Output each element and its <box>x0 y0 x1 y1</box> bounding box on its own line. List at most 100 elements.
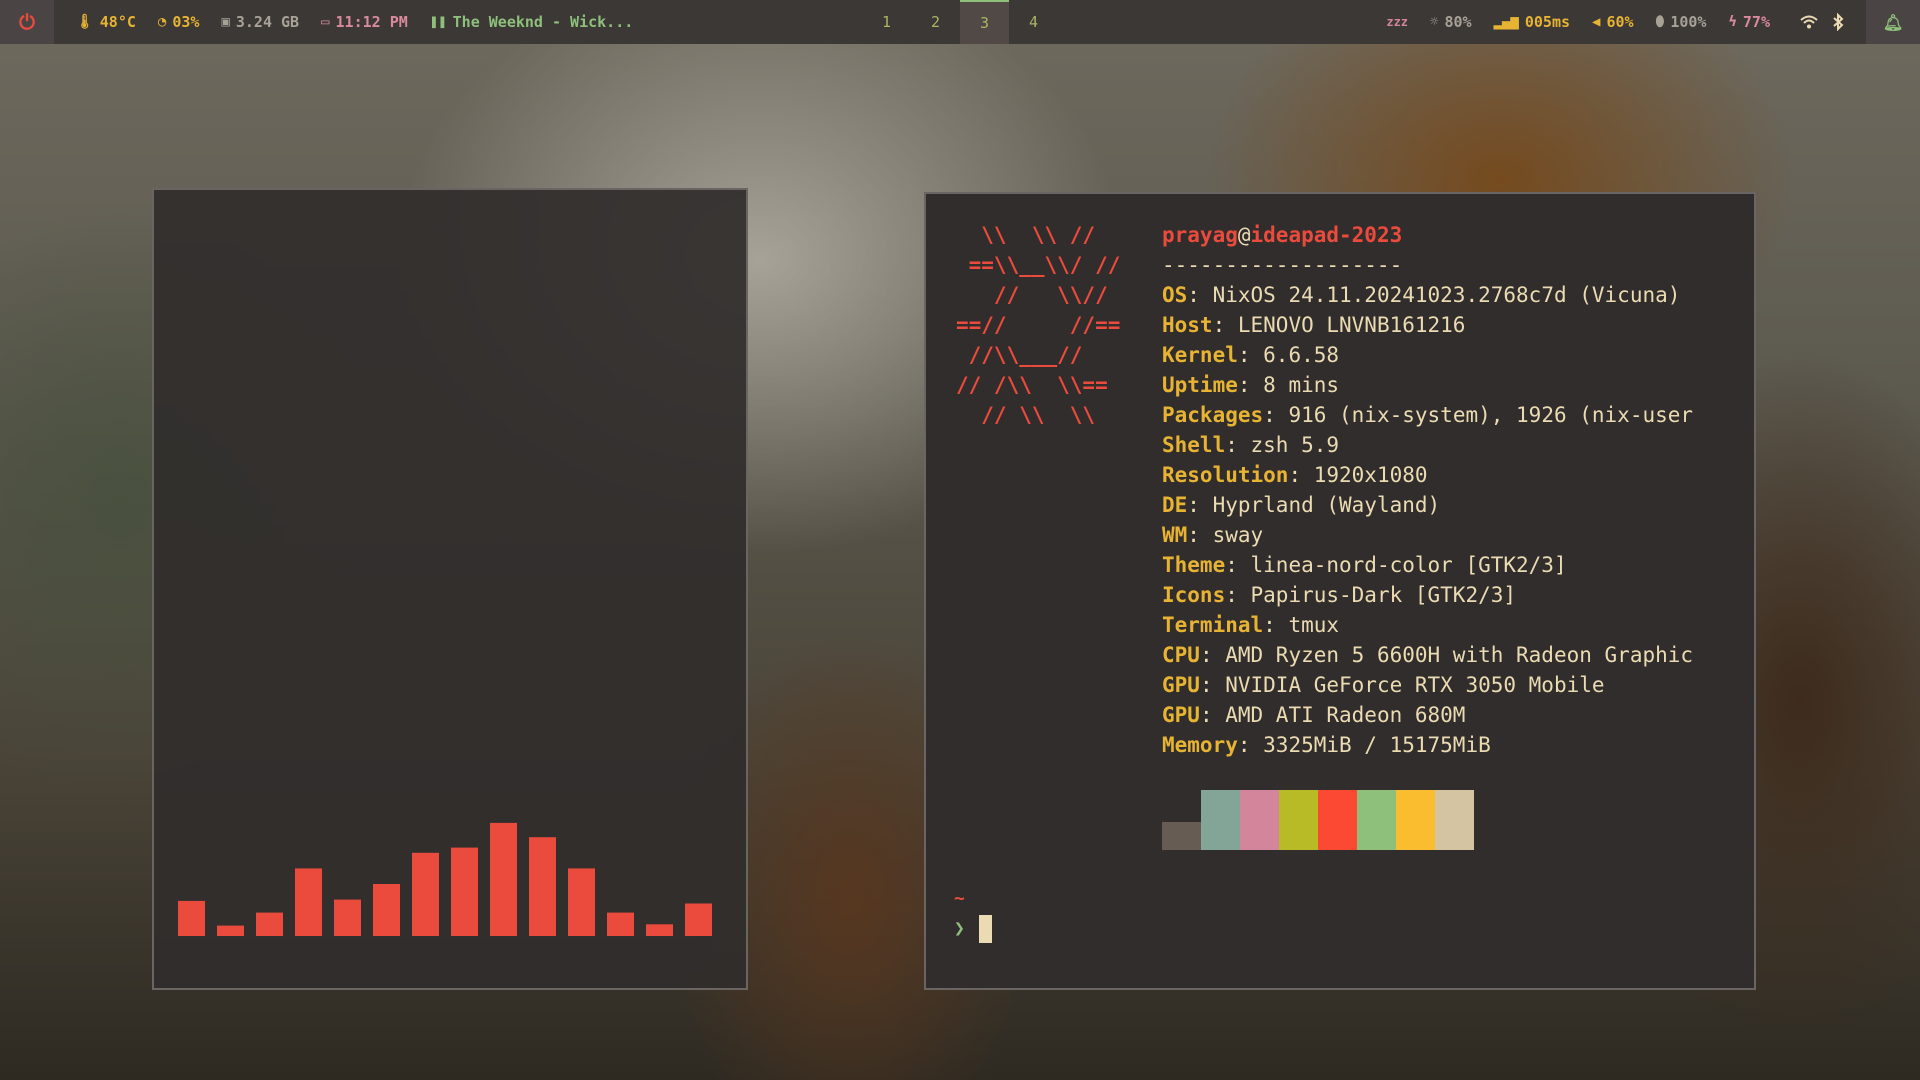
info-key: OS <box>1162 283 1188 307</box>
info-line: Kernel: 6.6.58 <box>1162 340 1742 370</box>
ping-value: 005ms <box>1524 13 1571 31</box>
visualizer-bar <box>451 847 478 936</box>
info-line: Memory: 3325MiB / 15175MiB <box>1162 730 1742 760</box>
info-colon: : <box>1263 613 1289 637</box>
temperature-module[interactable]: 🌡 48°C <box>76 13 136 31</box>
info-colon: : <box>1225 553 1251 577</box>
logo-line: ==// //== <box>956 313 1121 337</box>
color-swatch <box>1396 790 1435 850</box>
workspace-1[interactable]: 1 <box>862 0 911 44</box>
info-key: Packages <box>1162 403 1264 427</box>
volume-module[interactable]: ◀ 60% <box>1592 13 1634 31</box>
info-key: GPU <box>1162 673 1200 697</box>
info-line: Uptime: 8 mins <box>1162 370 1742 400</box>
color-swatch <box>1240 790 1279 850</box>
info-line: GPU: AMD ATI Radeon 680M <box>1162 700 1742 730</box>
workspace-switcher: 1234 <box>862 0 1058 44</box>
power-button[interactable]: ⏻ <box>0 0 54 44</box>
bluetooth-module[interactable] <box>1832 13 1844 31</box>
info-colon: : <box>1212 313 1238 337</box>
network-latency-module[interactable]: ▂▄▆ 005ms <box>1494 13 1570 31</box>
power-icon: ⏻ <box>19 10 35 34</box>
sleep-icon: zzz <box>1386 15 1409 29</box>
info-line: WM: sway <box>1162 520 1742 550</box>
battery-module[interactable]: ϟ 77% <box>1728 13 1770 31</box>
visualizer-bar <box>568 868 595 936</box>
info-line: GPU: NVIDIA GeForce RTX 3050 Mobile <box>1162 670 1742 700</box>
brightness-module[interactable]: ☼ 80% <box>1430 13 1472 31</box>
visualizer-bar <box>217 925 244 936</box>
mouse-battery-module[interactable]: ⬮ 100% <box>1656 13 1707 31</box>
terminal-window[interactable]: \\ \\ // ==\\__\\/ // // \\// ==// //== /… <box>924 192 1756 990</box>
right-modules: zzz ☼ 80% ▂▄▆ 005ms ◀ 60% ⬮ 100% ϟ 77% 🔔… <box>1364 0 1920 44</box>
mouse-battery-value: 100% <box>1670 13 1707 31</box>
info-value: sway <box>1212 523 1264 547</box>
info-key: Kernel <box>1162 343 1238 367</box>
logo-line: ==\\__\\/ // <box>956 253 1121 277</box>
info-line: Terminal: tmux <box>1162 610 1742 640</box>
info-colon: : <box>1199 643 1226 667</box>
battery-value: 77% <box>1742 13 1770 31</box>
memory-value: 3.24 GB <box>235 13 300 31</box>
audio-visualizer <box>178 822 712 936</box>
info-line: CPU: AMD Ryzen 5 6600H with Radeon Graph… <box>1162 640 1742 670</box>
visualizer-bar <box>178 900 205 936</box>
info-value: AMD Ryzen 5 6600H with Radeon Graphic <box>1225 643 1694 667</box>
info-value: Hyprland (Wayland) <box>1212 493 1441 517</box>
prompt-directory: ~ <box>954 888 965 909</box>
signal-bars-icon: ▂▄▆ <box>1493 14 1519 30</box>
workspace-4[interactable]: 4 <box>1009 0 1058 44</box>
info-line: OS: NixOS 24.11.20241023.2768c7d (Vicuna… <box>1162 280 1742 310</box>
info-key: Theme <box>1162 553 1226 577</box>
mouse-icon: ⬮ <box>1655 14 1665 30</box>
logo-line: \\ \\ // <box>956 223 1096 247</box>
notification-button[interactable]: 🔔︎ <box>1866 0 1920 44</box>
clock-module[interactable]: ▭ 11:12 PM <box>321 13 408 31</box>
bell-icon: 🔔︎ <box>1882 12 1904 32</box>
visualizer-bar <box>412 852 439 936</box>
info-colon: : <box>1263 403 1289 427</box>
info-key: Icons <box>1162 583 1226 607</box>
wifi-icon <box>1800 15 1818 29</box>
media-module[interactable]: ❚❚ The Weeknd - Wick... <box>430 13 633 31</box>
info-colon: : <box>1187 523 1213 547</box>
visualizer-window[interactable] <box>152 188 748 990</box>
workspace-2[interactable]: 2 <box>911 0 960 44</box>
media-title: The Weeknd - Wick... <box>452 13 634 31</box>
info-value: AMD ATI Radeon 680M <box>1225 703 1466 727</box>
calendar-icon: ▭ <box>321 14 330 30</box>
speaker-icon: ◀ <box>1592 14 1601 30</box>
thermometer-icon: 🌡 <box>76 14 94 30</box>
info-value: 3325MiB / 15175MiB <box>1263 733 1491 757</box>
logo-line: // \\ \\ <box>956 403 1096 427</box>
info-key: Shell <box>1162 433 1226 457</box>
info-line: DE: Hyprland (Wayland) <box>1162 490 1742 520</box>
user-host-line: prayag@ideapad-2023 <box>1162 220 1742 250</box>
speedometer-icon: ◔ <box>157 14 167 30</box>
lightning-icon: ϟ <box>1728 14 1737 30</box>
info-line: Theme: linea-nord-color [GTK2/3] <box>1162 550 1742 580</box>
workspace-3[interactable]: 3 <box>960 0 1009 44</box>
info-value: 8 mins <box>1263 373 1340 397</box>
info-colon: : <box>1237 733 1264 757</box>
color-palette <box>1162 790 1474 850</box>
info-value: linea-nord-color [GTK2/3] <box>1250 553 1567 577</box>
temperature-value: 48°C <box>99 13 136 31</box>
info-value: 916 (nix-system), 1926 (nix-user <box>1288 403 1694 427</box>
visualizer-bar <box>646 924 673 936</box>
at-sign: @ <box>1237 223 1251 247</box>
info-key: WM <box>1162 523 1188 547</box>
visualizer-bar <box>334 899 361 936</box>
idle-inhibitor[interactable]: zzz <box>1386 15 1408 29</box>
wifi-module[interactable] <box>1800 15 1818 29</box>
shell-prompt[interactable]: ~ ❯ <box>954 884 992 944</box>
visualizer-bar <box>685 903 712 936</box>
visualizer-bar <box>295 868 322 936</box>
info-line: Packages: 916 (nix-system), 1926 (nix-us… <box>1162 400 1742 430</box>
memory-module[interactable]: ▣ 3.24 GB <box>221 13 299 31</box>
cpu-module[interactable]: ◔ 03% <box>158 13 200 31</box>
logo-line: //\\___// <box>956 343 1083 367</box>
color-swatch <box>1201 790 1240 850</box>
info-line: Shell: zsh 5.9 <box>1162 430 1742 460</box>
nixos-ascii-logo: \\ \\ // ==\\__\\/ // // \\// ==// //== /… <box>956 220 1120 430</box>
